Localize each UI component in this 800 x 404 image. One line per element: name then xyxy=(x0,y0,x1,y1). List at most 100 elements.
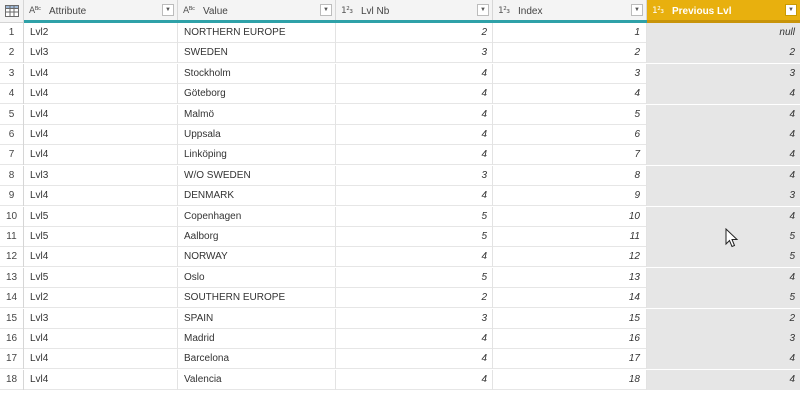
cell-value[interactable]: SOUTHERN EUROPE xyxy=(178,288,336,309)
cell-index[interactable]: 5 xyxy=(493,104,647,125)
chevron-down-icon[interactable]: ▼ xyxy=(320,4,332,16)
cell-previous-lvl[interactable]: 2 xyxy=(647,308,800,329)
cell-value[interactable]: NORWAY xyxy=(178,247,336,268)
text-type-icon[interactable]: Aᴮᶜ xyxy=(183,6,201,16)
column-header-lvl-nb[interactable]: 1²₃ Lvl Nb ▼ xyxy=(336,0,493,22)
cell-value[interactable]: Oslo xyxy=(178,267,336,288)
cell-previous-lvl[interactable]: 5 xyxy=(647,227,800,247)
table-row[interactable]: 11 Lvl5 Aalborg 5 11 5 xyxy=(0,227,800,247)
table-row[interactable]: 10 Lvl5 Copenhagen 5 10 4 xyxy=(0,206,800,227)
table-row[interactable]: 5 Lvl4 Malmö 4 5 4 xyxy=(0,104,800,125)
cell-attribute[interactable]: Lvl4 xyxy=(24,247,178,268)
cell-value[interactable]: Uppsala xyxy=(178,125,336,145)
cell-previous-lvl[interactable]: 4 xyxy=(647,145,800,166)
cell-lvl-nb[interactable]: 4 xyxy=(336,63,493,84)
row-number[interactable]: 12 xyxy=(0,247,24,268)
cell-previous-lvl[interactable]: null xyxy=(647,23,800,43)
cell-lvl-nb[interactable]: 5 xyxy=(336,227,493,247)
cell-index[interactable]: 3 xyxy=(493,63,647,84)
cell-attribute[interactable]: Lvl4 xyxy=(24,369,178,390)
cell-value[interactable]: Copenhagen xyxy=(178,206,336,227)
row-number[interactable]: 7 xyxy=(0,145,24,166)
table-row[interactable]: 13 Lvl5 Oslo 5 13 4 xyxy=(0,267,800,288)
cell-attribute[interactable]: Lvl5 xyxy=(24,267,178,288)
table-row[interactable]: 2 Lvl3 SWEDEN 3 2 2 xyxy=(0,43,800,64)
cell-previous-lvl[interactable]: 3 xyxy=(647,63,800,84)
cell-index[interactable]: 1 xyxy=(493,23,647,43)
column-header-index[interactable]: 1²₃ Index ▼ xyxy=(493,0,647,22)
table-row[interactable]: 7 Lvl4 Linköping 4 7 4 xyxy=(0,145,800,166)
cell-lvl-nb[interactable]: 3 xyxy=(336,165,493,186)
cell-attribute[interactable]: Lvl4 xyxy=(24,63,178,84)
number-type-icon[interactable]: 1²₃ xyxy=(652,6,670,16)
cell-previous-lvl[interactable]: 4 xyxy=(647,349,800,370)
cell-lvl-nb[interactable]: 5 xyxy=(336,206,493,227)
cell-attribute[interactable]: Lvl4 xyxy=(24,145,178,166)
cell-attribute[interactable]: Lvl3 xyxy=(24,308,178,329)
cell-value[interactable]: NORTHERN EUROPE xyxy=(178,23,336,43)
table-row[interactable]: 12 Lvl4 NORWAY 4 12 5 xyxy=(0,247,800,268)
row-number[interactable]: 11 xyxy=(0,227,24,247)
cell-attribute[interactable]: Lvl5 xyxy=(24,206,178,227)
cell-lvl-nb[interactable]: 4 xyxy=(336,186,493,207)
cell-lvl-nb[interactable]: 4 xyxy=(336,145,493,166)
cell-index[interactable]: 16 xyxy=(493,329,647,349)
row-number[interactable]: 1 xyxy=(0,23,24,43)
cell-attribute[interactable]: Lvl4 xyxy=(24,186,178,207)
cell-attribute[interactable]: Lvl4 xyxy=(24,125,178,145)
cell-lvl-nb[interactable]: 4 xyxy=(336,125,493,145)
table-row[interactable]: 15 Lvl3 SPAIN 3 15 2 xyxy=(0,308,800,329)
cell-index[interactable]: 2 xyxy=(493,43,647,64)
table-row[interactable]: 18 Lvl4 Valencia 4 18 4 xyxy=(0,369,800,390)
cell-attribute[interactable]: Lvl5 xyxy=(24,227,178,247)
cell-index[interactable]: 7 xyxy=(493,145,647,166)
row-number[interactable]: 18 xyxy=(0,369,24,390)
cell-value[interactable]: Göteborg xyxy=(178,84,336,105)
cell-previous-lvl[interactable]: 4 xyxy=(647,104,800,125)
row-number[interactable]: 15 xyxy=(0,308,24,329)
table-row[interactable]: 16 Lvl4 Madrid 4 16 3 xyxy=(0,329,800,349)
cell-index[interactable]: 14 xyxy=(493,288,647,309)
chevron-down-icon[interactable]: ▼ xyxy=(162,4,174,16)
cell-attribute[interactable]: Lvl4 xyxy=(24,329,178,349)
cell-attribute[interactable]: Lvl4 xyxy=(24,84,178,105)
cell-value[interactable]: Malmö xyxy=(178,104,336,125)
cell-attribute[interactable]: Lvl4 xyxy=(24,349,178,370)
cell-previous-lvl[interactable]: 4 xyxy=(647,206,800,227)
row-number[interactable]: 6 xyxy=(0,125,24,145)
row-number[interactable]: 14 xyxy=(0,288,24,309)
cell-previous-lvl[interactable]: 5 xyxy=(647,288,800,309)
cell-attribute[interactable]: Lvl2 xyxy=(24,23,178,43)
cell-index[interactable]: 9 xyxy=(493,186,647,207)
cell-index[interactable]: 6 xyxy=(493,125,647,145)
cell-value[interactable]: Aalborg xyxy=(178,227,336,247)
number-type-icon[interactable]: 1²₃ xyxy=(341,6,359,16)
table-row[interactable]: 8 Lvl3 W/O SWEDEN 3 8 4 xyxy=(0,165,800,186)
text-type-icon[interactable]: Aᴮᶜ xyxy=(29,6,47,16)
cell-value[interactable]: Madrid xyxy=(178,329,336,349)
table-row[interactable]: 17 Lvl4 Barcelona 4 17 4 xyxy=(0,349,800,370)
cell-lvl-nb[interactable]: 3 xyxy=(336,43,493,64)
cell-value[interactable]: Stockholm xyxy=(178,63,336,84)
row-number[interactable]: 5 xyxy=(0,104,24,125)
cell-attribute[interactable]: Lvl3 xyxy=(24,43,178,64)
row-number[interactable]: 9 xyxy=(0,186,24,207)
row-number[interactable]: 13 xyxy=(0,267,24,288)
cell-lvl-nb[interactable]: 2 xyxy=(336,288,493,309)
cell-attribute[interactable]: Lvl3 xyxy=(24,165,178,186)
column-header-value[interactable]: Aᴮᶜ Value ▼ xyxy=(178,0,336,22)
cell-previous-lvl[interactable]: 5 xyxy=(647,247,800,268)
cell-previous-lvl[interactable]: 2 xyxy=(647,43,800,64)
cell-attribute[interactable]: Lvl4 xyxy=(24,104,178,125)
column-header-attribute[interactable]: Aᴮᶜ Attribute ▼ xyxy=(24,0,178,22)
cell-lvl-nb[interactable]: 4 xyxy=(336,349,493,370)
cell-value[interactable]: SWEDEN xyxy=(178,43,336,64)
cell-index[interactable]: 15 xyxy=(493,308,647,329)
row-number[interactable]: 17 xyxy=(0,349,24,370)
row-number[interactable]: 4 xyxy=(0,84,24,105)
column-header-previous-lvl[interactable]: 1²₃ Previous Lvl ▼ xyxy=(647,0,800,22)
table-row[interactable]: 4 Lvl4 Göteborg 4 4 4 xyxy=(0,84,800,105)
cell-previous-lvl[interactable]: 4 xyxy=(647,84,800,105)
table-row[interactable]: 6 Lvl4 Uppsala 4 6 4 xyxy=(0,125,800,145)
number-type-icon[interactable]: 1²₃ xyxy=(498,6,516,16)
